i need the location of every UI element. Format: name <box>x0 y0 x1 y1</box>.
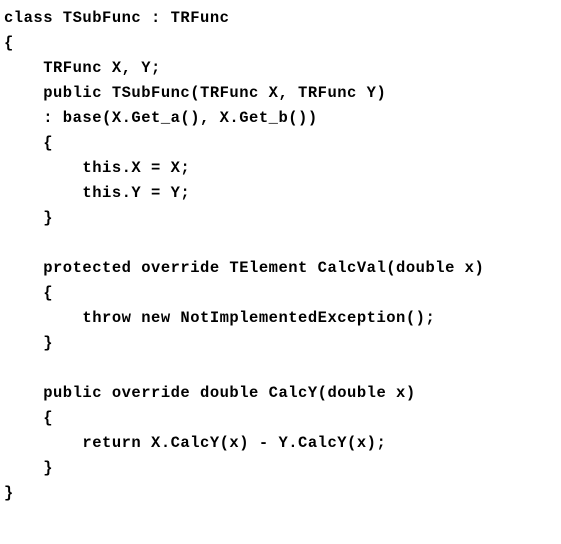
code-line: this.X = X; <box>4 159 190 177</box>
code-line: class TSubFunc : TRFunc <box>4 9 229 27</box>
code-line: public TSubFunc(TRFunc X, TRFunc Y) <box>4 84 386 102</box>
code-line: } <box>4 484 14 502</box>
code-line: { <box>4 34 14 52</box>
code-line: } <box>4 459 53 477</box>
code-line: : base(X.Get_a(), X.Get_b()) <box>4 109 318 127</box>
code-line: } <box>4 334 53 352</box>
code-line: } <box>4 209 53 227</box>
code-line: { <box>4 284 53 302</box>
code-line: this.Y = Y; <box>4 184 190 202</box>
code-line: return X.CalcY(x) - Y.CalcY(x); <box>4 434 386 452</box>
code-line: protected override TElement CalcVal(doub… <box>4 259 484 277</box>
code-line: { <box>4 409 53 427</box>
code-line: TRFunc X, Y; <box>4 59 161 77</box>
code-line: public override double CalcY(double x) <box>4 384 416 402</box>
code-block: class TSubFunc : TRFunc { TRFunc X, Y; p… <box>0 0 561 512</box>
code-line: throw new NotImplementedException(); <box>4 309 435 327</box>
code-line: { <box>4 134 53 152</box>
